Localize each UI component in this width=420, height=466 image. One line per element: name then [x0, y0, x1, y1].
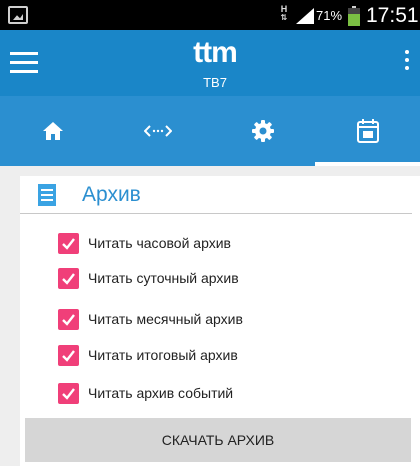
- option-events-archive[interactable]: Читать архив событий: [58, 382, 408, 406]
- tab-settings[interactable]: [210, 96, 315, 166]
- checkbox[interactable]: [58, 233, 79, 254]
- option-label: Читать итоговый архив: [88, 347, 238, 363]
- tab-connection[interactable]: [105, 96, 210, 166]
- home-icon: [42, 122, 63, 140]
- tab-home[interactable]: [0, 96, 105, 166]
- network-type-icon: H ⇅: [280, 4, 288, 22]
- signal-strength-icon: [296, 8, 314, 24]
- status-bar: H ⇅ 71% 17:51: [0, 0, 420, 30]
- calendar-icon: [356, 119, 379, 143]
- active-tab-indicator: [315, 162, 420, 166]
- tab-bar: [0, 96, 420, 166]
- settings-gear-icon: [251, 120, 274, 142]
- option-monthly-archive[interactable]: Читать месячный архив: [58, 308, 408, 332]
- screenshot-notification-icon: [8, 6, 28, 24]
- checkbox[interactable]: [58, 383, 79, 404]
- status-clock: 17:51: [366, 4, 419, 27]
- device-subtitle: ТВ7: [203, 75, 227, 90]
- overflow-menu-icon[interactable]: [405, 50, 411, 74]
- option-daily-archive[interactable]: Читать суточный архив: [58, 267, 408, 291]
- checkmark-icon: [62, 238, 75, 250]
- option-hourly-archive[interactable]: Читать часовой архив: [58, 232, 408, 256]
- archive-section-header: Архив: [20, 176, 412, 214]
- checkbox[interactable]: [58, 268, 79, 289]
- checkbox[interactable]: [58, 309, 79, 330]
- option-label: Читать суточный архив: [88, 270, 239, 286]
- archive-title: Архив: [82, 183, 141, 206]
- download-archive-button[interactable]: СКАЧАТЬ АРХИВ: [25, 418, 411, 462]
- option-label: Читать архив событий: [88, 385, 234, 401]
- hamburger-menu-icon[interactable]: [10, 52, 38, 74]
- checkmark-icon: [62, 350, 75, 362]
- app-bar: ttm ТВ7: [0, 30, 420, 96]
- checkbox[interactable]: [58, 345, 79, 366]
- checkmark-icon: [62, 388, 75, 400]
- app-logo: ttm: [193, 36, 238, 69]
- document-icon: [38, 184, 56, 206]
- archive-card: Архив Читать часовой архив Читать суточн…: [20, 176, 420, 466]
- connection-icon: [143, 125, 172, 137]
- checkmark-icon: [62, 314, 75, 326]
- battery-percent: 71%: [316, 8, 343, 23]
- option-label: Читать месячный архив: [88, 311, 243, 327]
- option-label: Читать часовой архив: [88, 235, 231, 251]
- option-total-archive[interactable]: Читать итоговый архив: [58, 344, 408, 368]
- tab-archive[interactable]: [315, 96, 420, 166]
- checkmark-icon: [62, 273, 75, 285]
- battery-icon: [348, 6, 360, 26]
